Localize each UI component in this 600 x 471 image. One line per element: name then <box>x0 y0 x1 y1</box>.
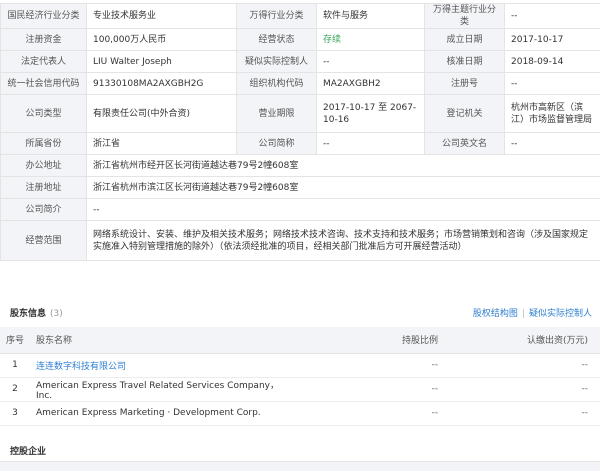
shareholder-links: 股权结构图 | 疑似实际控制人 <box>473 306 592 319</box>
shareholder-amount: -- <box>450 377 600 402</box>
info-value: -- <box>316 50 425 73</box>
shareholder-no: 3 <box>0 401 30 426</box>
info-label: 注册资金 <box>0 28 87 51</box>
shareholder-table-header: 序号 股东名称 持股比例 认缴出资(万元) <box>0 327 600 354</box>
equity-structure-link[interactable]: 股权结构图 <box>473 309 518 319</box>
info-row: 注册资金 100,000万人民币 经营状态 存续 成立日期 2017-10-17 <box>0 28 600 51</box>
info-value: 软件与服务 <box>316 3 425 29</box>
info-label: 疑似实际控制人 <box>236 50 317 73</box>
info-value: 存续 <box>316 28 425 51</box>
shareholder-no: 2 <box>0 377 30 402</box>
business-scope-value: 网络系统设计、安装、维护及相关技术服务；网络技术技术咨询、技术支持和技术服务；市… <box>86 220 600 261</box>
info-label: 注册号 <box>424 72 505 95</box>
shareholder-name-cell: 连连数字科技有限公司 <box>30 353 300 378</box>
info-label: 公司英文名 <box>424 132 505 155</box>
info-label: 营业期限 <box>236 94 317 133</box>
suspected-controller-link[interactable]: 疑似实际控制人 <box>529 309 592 319</box>
info-label: 组织机构代码 <box>236 72 317 95</box>
col-header-ratio: 持股比例 <box>300 327 450 354</box>
shareholder-section-header: 股东信息 (3) 股权结构图 | 疑似实际控制人 <box>0 306 600 322</box>
holding-table-header-bar <box>0 461 600 471</box>
register-address-label: 注册地址 <box>0 176 87 199</box>
business-scope-row: 经营范围 网络系统设计、安装、维护及相关技术服务；网络技术技术咨询、技术支持和技术… <box>0 220 600 261</box>
info-row: 统一社会信用代码 91330108MA2AXGBH2G 组织机构代码 MA2AXGBH… <box>0 72 600 95</box>
info-label: 国民经济行业分类 <box>0 3 87 29</box>
register-address-row: 注册地址 浙江省杭州市滨江区长河街道越达巷79号2幢608室 <box>0 176 600 199</box>
shareholder-amount: -- <box>450 401 600 426</box>
info-value: 杭州市高新区（滨江）市场监督管理局 <box>504 94 600 133</box>
col-header-no: 序号 <box>0 327 30 354</box>
holding-section-title: 控股企业 <box>10 447 47 457</box>
shareholder-count: (3) <box>50 309 63 319</box>
shareholder-amount: -- <box>450 353 600 378</box>
office-address-row: 办公地址 浙江省杭州市经开区长河街道越达巷79号2幢608室 <box>0 154 600 177</box>
info-value: 100,000万人民币 <box>86 28 237 51</box>
info-value: -- <box>504 132 600 155</box>
info-label: 万得主题行业分类 <box>424 3 505 29</box>
info-label: 万得行业分类 <box>236 3 317 29</box>
info-value: -- <box>504 3 600 29</box>
info-value: 浙江省 <box>86 132 237 155</box>
info-label: 公司简称 <box>236 132 317 155</box>
shareholder-name: American Express Marketing · Development… <box>30 401 300 426</box>
info-label: 法定代表人 <box>0 50 87 73</box>
col-header-name: 股东名称 <box>30 327 300 354</box>
company-info-table: 国民经济行业分类 专业技术服务业 万得行业分类 软件与服务 万得主题行业分类 -- 注册资金… <box>0 3 600 261</box>
info-label: 统一社会信用代码 <box>0 72 87 95</box>
info-value: 2017-10-17 至 2067-10-16 <box>316 94 425 133</box>
shareholder-row: 3 American Express Marketing · Developmen… <box>0 401 600 426</box>
shareholder-name: American Express Travel Related Services… <box>30 377 300 402</box>
office-address-value: 浙江省杭州市经开区长河街道越达巷79号2幢608室 <box>86 154 600 177</box>
info-value: 91330108MA2AXGBH2G <box>86 72 237 95</box>
shareholder-ratio: -- <box>300 401 450 426</box>
info-value: MA2AXGBH2 <box>316 72 425 95</box>
shareholder-row: 1 连连数字科技有限公司 -- -- <box>0 353 600 378</box>
shareholder-ratio: -- <box>300 353 450 378</box>
info-value: LIU Walter Joseph <box>86 50 237 73</box>
link-separator: | <box>521 309 525 319</box>
info-row: 法定代表人 LIU Walter Joseph 疑似实际控制人 -- 核准日期 2018-… <box>0 50 600 73</box>
register-address-value: 浙江省杭州市滨江区长河街道越达巷79号2幢608室 <box>86 176 600 199</box>
shareholder-section-title: 股东信息 (3) <box>10 309 63 319</box>
info-row: 公司类型 有限责任公司(中外合资) 营业期限 2017-10-17 至 2067-10… <box>0 94 600 133</box>
company-intro-row: 公司简介 -- <box>0 198 600 221</box>
office-address-label: 办公地址 <box>0 154 87 177</box>
info-label: 核准日期 <box>424 50 505 73</box>
info-label: 成立日期 <box>424 28 505 51</box>
shareholder-table: 序号 股东名称 持股比例 认缴出资(万元) 1 连连数字科技有限公司 -- -- 2 Am… <box>0 327 600 426</box>
holding-section-header: 控股企业 <box>0 444 600 460</box>
shareholder-row: 2 American Express Travel Related Service… <box>0 377 600 402</box>
company-intro-label: 公司简介 <box>0 198 87 221</box>
info-value: 2017-10-17 <box>504 28 600 51</box>
shareholder-ratio: -- <box>300 377 450 402</box>
info-row: 所属省份 浙江省 公司简称 -- 公司英文名 -- <box>0 132 600 155</box>
info-row: 国民经济行业分类 专业技术服务业 万得行业分类 软件与服务 万得主题行业分类 -- <box>0 3 600 29</box>
shareholder-name-link[interactable]: 连连数字科技有限公司 <box>36 362 126 372</box>
info-label: 经营状态 <box>236 28 317 51</box>
shareholder-no: 1 <box>0 353 30 378</box>
info-label: 公司类型 <box>0 94 87 133</box>
info-value: 有限责任公司(中外合资) <box>86 94 237 133</box>
info-value: -- <box>316 132 425 155</box>
info-label: 登记机关 <box>424 94 505 133</box>
business-scope-label: 经营范围 <box>0 220 87 261</box>
info-value: 专业技术服务业 <box>86 3 237 29</box>
info-value: 2018-09-14 <box>504 50 600 73</box>
company-intro-value: -- <box>86 198 600 221</box>
info-value: -- <box>504 72 600 95</box>
col-header-amount: 认缴出资(万元) <box>450 327 600 354</box>
info-label: 所属省份 <box>0 132 87 155</box>
